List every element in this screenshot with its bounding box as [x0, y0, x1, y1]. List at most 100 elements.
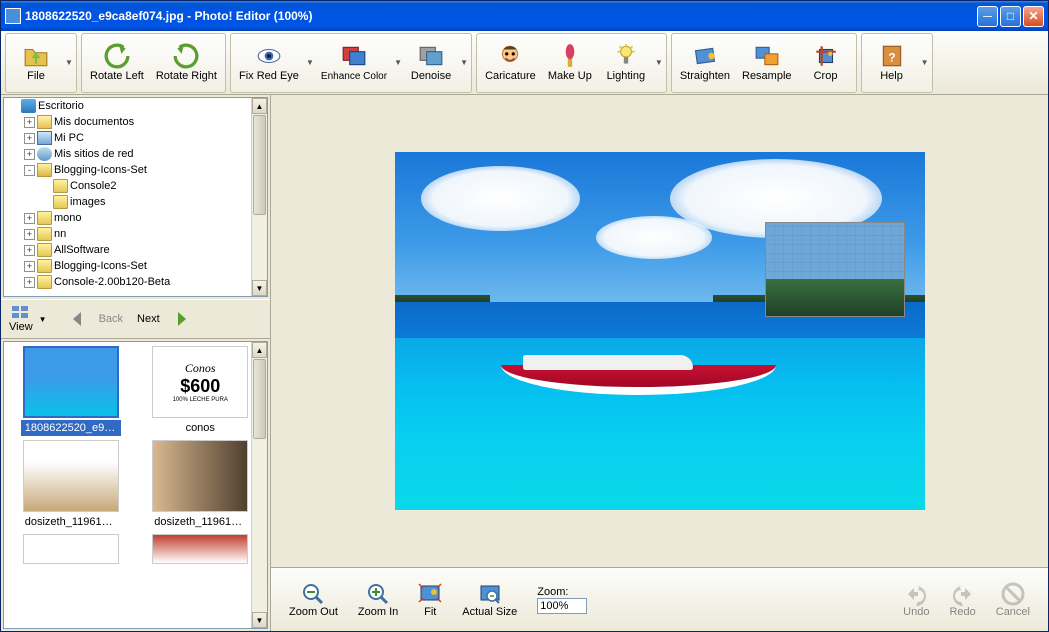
scroll-down-icon[interactable]: ▼ [252, 280, 267, 296]
rotate-left-button[interactable]: Rotate Left [84, 36, 150, 90]
rotate-right-button[interactable]: Rotate Right [150, 36, 223, 90]
main-toolbar: File ▼ Rotate Left Rotate Right Fix Red … [1, 31, 1048, 95]
make-up-button[interactable]: Make Up [542, 36, 598, 90]
enhance-dropdown-icon[interactable]: ▼ [393, 36, 403, 90]
cancel-button[interactable]: Cancel [986, 578, 1040, 622]
scroll-down-icon[interactable]: ▼ [252, 612, 267, 628]
tree-expander-icon[interactable]: + [24, 261, 35, 272]
help-dropdown-icon[interactable]: ▼ [920, 36, 930, 90]
tree-expander-icon[interactable]: + [24, 133, 35, 144]
redo-icon [951, 582, 975, 606]
thumbnail-item[interactable]: Conos$600100% LECHE PURAconos [138, 346, 264, 436]
zoom-in-button[interactable]: Zoom In [348, 578, 408, 622]
enhance-color-button[interactable]: Enhance Color [315, 36, 393, 90]
straighten-button[interactable]: Straighten [674, 36, 736, 90]
desk-icon [21, 99, 36, 113]
tree-expander-icon[interactable]: + [24, 277, 35, 288]
thumbnail-item[interactable] [138, 534, 264, 570]
scroll-thumb[interactable] [253, 359, 266, 439]
fit-button[interactable]: Fit [408, 578, 452, 622]
lighting-dropdown-icon[interactable]: ▼ [654, 36, 664, 90]
zoom-preview[interactable] [765, 222, 905, 317]
tree-item[interactable]: images [4, 194, 267, 210]
tree-item-label: Console2 [70, 180, 116, 192]
tree-expander-icon[interactable]: + [24, 117, 35, 128]
caricature-button[interactable]: Caricature [479, 36, 542, 90]
thumbnail-label [196, 566, 204, 570]
view-mode-button[interactable]: View [5, 303, 37, 335]
thumbnail-item[interactable] [8, 534, 134, 570]
tree-item[interactable]: - Blogging-Icons-Set [4, 162, 267, 178]
tree-item[interactable]: Console2 [4, 178, 267, 194]
minimize-button[interactable]: ─ [977, 6, 998, 27]
thumbnail-image [23, 534, 119, 564]
tree-scrollbar[interactable]: ▲ ▼ [251, 98, 267, 296]
tree-expander-icon[interactable]: + [24, 245, 35, 256]
thumbnail-browser[interactable]: 1808622520_e9ca8ef074Conos$600100% LECHE… [3, 341, 268, 629]
folder-icon [37, 259, 52, 273]
scroll-up-icon[interactable]: ▲ [252, 98, 267, 114]
tree-item[interactable]: +Blogging-Icons-Set [4, 258, 267, 274]
help-icon: ? [879, 43, 905, 69]
resample-button[interactable]: Resample [736, 36, 798, 90]
tree-item[interactable]: +nn [4, 226, 267, 242]
tree-item[interactable]: Escritorio [4, 98, 267, 114]
tree-item-label: Mis sitios de red [54, 148, 133, 160]
crop-button[interactable]: Crop [798, 36, 854, 90]
folder-icon [53, 179, 68, 193]
redeye-dropdown-icon[interactable]: ▼ [305, 36, 315, 90]
close-button[interactable]: ✕ [1023, 6, 1044, 27]
tree-item[interactable]: + Mis sitios de red [4, 146, 267, 162]
tree-expander-icon[interactable]: + [24, 213, 35, 224]
left-panel: Escritorio+Mis documentos+Mi PC+Mis siti… [1, 95, 271, 631]
maximize-button[interactable]: □ [1000, 6, 1021, 27]
tree-item[interactable]: + Mi PC [4, 130, 267, 146]
tree-item[interactable]: + AllSoftware [4, 242, 267, 258]
image-canvas[interactable] [271, 95, 1048, 567]
tree-item[interactable]: + Mis documentos [4, 114, 267, 130]
undo-button[interactable]: Undo [893, 578, 939, 622]
folder-icon [37, 211, 52, 225]
tree-item[interactable]: +Console-2.00b120-Beta [4, 274, 267, 290]
thumbnail-item[interactable]: 1808622520_e9ca8ef074 [8, 346, 134, 436]
tree-item-label: Mis documentos [54, 116, 134, 128]
zoom-out-button[interactable]: Zoom Out [279, 578, 348, 622]
thumbnail-item[interactable]: dosizeth_1196179... [138, 440, 264, 530]
denoise-button[interactable]: Denoise [403, 36, 459, 90]
folder-icon [37, 227, 52, 241]
scroll-thumb[interactable] [253, 115, 266, 215]
scroll-up-icon[interactable]: ▲ [252, 342, 267, 358]
tree-expander-icon[interactable]: - [24, 165, 35, 176]
tree-item-label: Blogging-Icons-Set [54, 164, 147, 176]
zoom-input[interactable] [537, 598, 587, 614]
file-button[interactable]: File [8, 36, 64, 90]
denoise-dropdown-icon[interactable]: ▼ [459, 36, 469, 90]
thumbnail-item[interactable]: dosizeth_1196179... [8, 440, 134, 530]
tree-item[interactable]: +mono [4, 210, 267, 226]
next-arrow-icon[interactable] [170, 308, 192, 330]
tree-expander-icon[interactable]: + [24, 149, 35, 160]
help-button[interactable]: ? Help [864, 36, 920, 90]
folder-open-icon [37, 163, 52, 177]
fix-red-eye-button[interactable]: Fix Red Eye [233, 36, 305, 90]
thumbnail-image [23, 346, 119, 418]
enhance-color-icon [341, 43, 367, 69]
net-icon [37, 147, 52, 161]
eye-icon [256, 43, 282, 69]
tree-item-label: Escritorio [38, 100, 84, 112]
tree-expander-icon[interactable]: + [24, 229, 35, 240]
tree-item-label: AllSoftware [54, 244, 110, 256]
back-arrow-icon[interactable] [67, 308, 89, 330]
thumbnail-label [67, 566, 75, 570]
lighting-button[interactable]: Lighting [598, 36, 654, 90]
titlebar[interactable]: 1808622520_e9ca8ef074.jpg - Photo! Edito… [1, 1, 1048, 31]
svg-text:?: ? [888, 50, 895, 64]
folder-tree[interactable]: Escritorio+Mis documentos+Mi PC+Mis siti… [3, 97, 268, 297]
redo-button[interactable]: Redo [939, 578, 985, 622]
view-dropdown-icon[interactable]: ▼ [39, 315, 47, 324]
bottom-toolbar: Zoom Out Zoom In Fit Actual Size Zoom: [271, 567, 1048, 631]
thumbs-scrollbar[interactable]: ▲ ▼ [251, 342, 267, 628]
actual-size-button[interactable]: Actual Size [452, 578, 527, 622]
file-dropdown-icon[interactable]: ▼ [64, 36, 74, 90]
tree-item-label: Mi PC [54, 132, 84, 144]
